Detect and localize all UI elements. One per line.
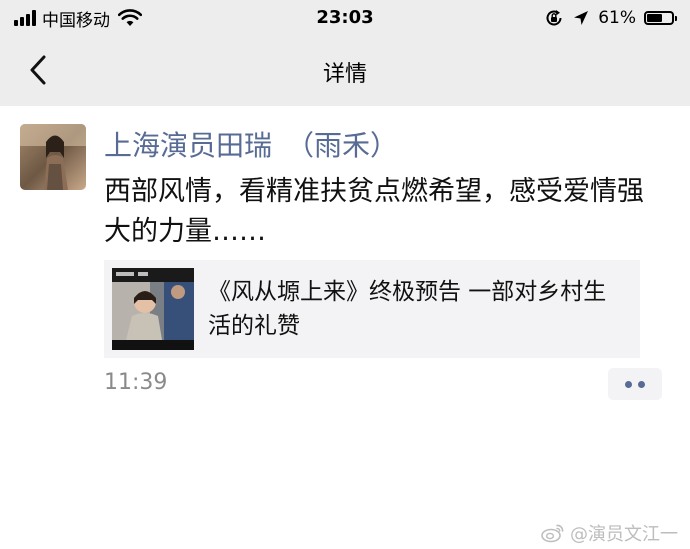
location-icon xyxy=(574,11,589,25)
shared-link-card[interactable]: 《风从塬上来》终极预告 一部对乡村生活的礼赞 xyxy=(104,260,640,358)
wifi-icon xyxy=(118,9,142,26)
video-thumbnail-image xyxy=(112,268,194,350)
avatar[interactable] xyxy=(20,124,86,190)
watermark-text: @演员文江一 xyxy=(570,524,678,545)
status-left: 中国移动 xyxy=(14,7,142,31)
page-title: 详情 xyxy=(322,62,367,87)
chevron-left-icon xyxy=(30,55,46,85)
link-title: 《风从塬上来》终极预告 一部对乡村生活的礼赞 xyxy=(208,279,607,339)
battery-icon xyxy=(644,11,677,25)
battery-level xyxy=(647,14,662,22)
post-time: 11:39 xyxy=(104,370,168,395)
author-name[interactable]: 上海演员田瑞 （雨禾） xyxy=(104,124,398,164)
rotation-lock-icon xyxy=(546,10,562,26)
signal-icon xyxy=(14,10,36,26)
status-bar: 中国移动 23:03 61% xyxy=(0,0,690,36)
watermark: @演员文江一 xyxy=(541,520,678,546)
more-dots-icon[interactable] xyxy=(608,368,662,400)
carrier-name: 中国移动 xyxy=(42,10,110,31)
back-button[interactable] xyxy=(18,50,58,90)
battery-percentage: 61% xyxy=(598,8,636,28)
post-text: 西部风情，看精准扶贫点燃希望，感受爱情强大的力量…… xyxy=(104,176,644,247)
more-dot xyxy=(625,380,632,388)
nav-bar: 详情 xyxy=(0,36,690,106)
weibo-icon xyxy=(541,524,564,543)
status-right: 61% xyxy=(544,7,677,29)
link-thumbnail xyxy=(112,268,194,350)
more-dot xyxy=(638,380,645,388)
avatar-photo xyxy=(20,124,86,190)
